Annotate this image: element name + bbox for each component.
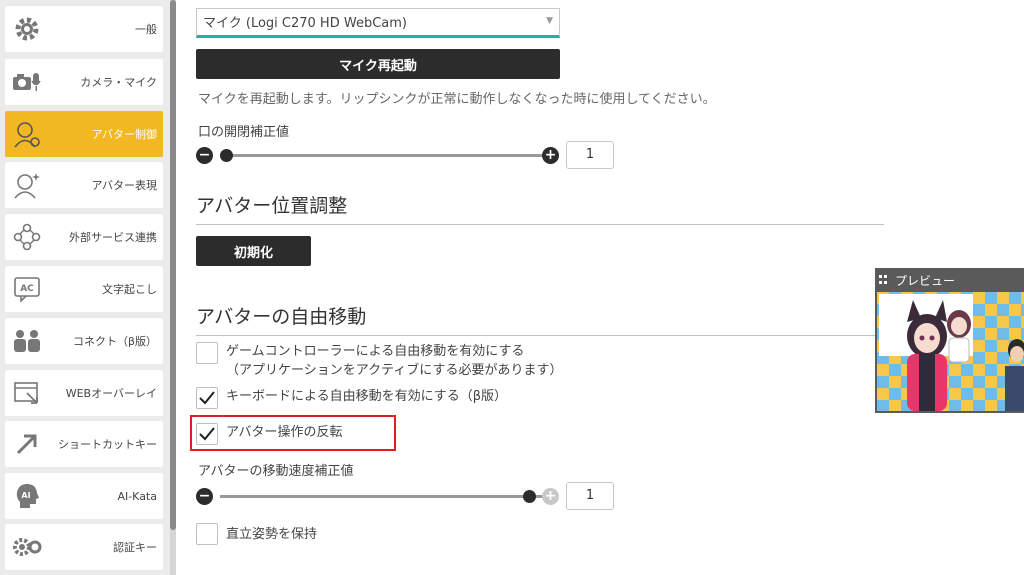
shortcut-arrow-icon [11, 428, 43, 460]
avatar-control-icon [11, 118, 43, 150]
svg-text:AC: AC [20, 284, 34, 294]
gamepad-move-option[interactable]: ゲームコントローラーによる自由移動を有効にする （アプリケーションをアクティブに… [196, 342, 562, 380]
avatar-expression-icon [11, 169, 43, 201]
sidebar-item-auth-key[interactable]: 認証キー [5, 524, 163, 570]
sidebar-item-ai-kata[interactable]: AI AI-Kata [5, 473, 163, 519]
web-overlay-icon [11, 377, 43, 409]
gamepad-move-note: （アプリケーションをアクティブにする必要があります） [226, 363, 563, 378]
sidebar-item-label: 外部サービス連携 [69, 231, 157, 244]
svg-text:AI: AI [21, 491, 30, 500]
sidebar-item-label: 認証キー [113, 541, 157, 554]
transcription-icon: AC [11, 273, 43, 305]
upright-posture-option[interactable]: 直立姿勢を保持 [196, 523, 317, 545]
preview-canvas [877, 292, 1024, 411]
keyboard-move-option[interactable]: キーボードによる自由移動を有効にする（β版） [196, 387, 507, 409]
sidebar-item-shortcut[interactable]: ショートカットキー [5, 421, 163, 467]
move-speed-value[interactable]: 1 [566, 482, 614, 510]
mouth-correction-label: 口の開閉補正値 [198, 125, 290, 140]
keyboard-move-checkbox[interactable] [196, 387, 218, 409]
auth-key-icon [11, 531, 43, 563]
minus-icon[interactable]: − [196, 147, 213, 164]
sidebar-item-web-overlay[interactable]: WEBオーバーレイ [5, 370, 163, 416]
plus-icon[interactable]: + [542, 488, 559, 505]
preview-titlebar[interactable]: プレビュー [875, 268, 1024, 292]
sidebar-item-label: アバター制御 [91, 128, 157, 141]
avatar-preview-image [879, 294, 1024, 411]
settings-window: 一般 カメラ・マイク アバター制御 アバター表現 外部サービス連携 AC 文字起… [0, 0, 1024, 575]
mic-device-select[interactable]: マイク (Logi C270 HD WebCam) ▼ [196, 8, 560, 38]
connect-icon [11, 325, 43, 357]
sidebar-item-camera-mic[interactable]: カメラ・マイク [5, 59, 163, 105]
sidebar-item-label: 一般 [135, 23, 157, 36]
sidebar-item-label: カメラ・マイク [80, 76, 157, 89]
drag-grip-icon[interactable] [879, 275, 889, 285]
slider-thumb[interactable] [220, 149, 233, 162]
highlight-box [190, 415, 396, 451]
camera-mic-icon [11, 66, 43, 98]
sidebar-item-external-service[interactable]: 外部サービス連携 [5, 214, 163, 260]
preview-title: プレビュー [895, 273, 956, 288]
slider-thumb[interactable] [523, 490, 536, 503]
sidebar-item-connect[interactable]: コネクト（β版） [5, 318, 163, 364]
slider-track[interactable] [220, 154, 554, 157]
move-speed-slider: − + 1 [194, 482, 614, 512]
mic-restart-note: マイクを再起動します。リップシンクが正常に動作しなくなった時に使用してください。 [198, 92, 716, 107]
move-speed-label: アバターの移動速度補正値 [198, 464, 354, 479]
mic-restart-button[interactable]: マイク再起動 [196, 49, 560, 79]
sidebar-item-label: ショートカットキー [58, 438, 157, 451]
upright-posture-checkbox[interactable] [196, 523, 218, 545]
gear-icon [11, 13, 43, 45]
gamepad-move-checkbox[interactable] [196, 342, 218, 364]
sidebar-item-avatar-expression[interactable]: アバター表現 [5, 162, 163, 208]
sidebar-item-label: AI-Kata [117, 489, 157, 503]
sidebar-item-label: コネクト（β版） [72, 335, 157, 348]
gamepad-move-label: ゲームコントローラーによる自由移動を有効にする [226, 344, 525, 359]
mouth-correction-slider: − + 1 [194, 141, 614, 171]
preview-window[interactable]: プレビュー [875, 268, 1024, 413]
external-service-icon [11, 221, 43, 253]
sidebar-item-label: 文字起こし [102, 283, 157, 296]
keyboard-move-label: キーボードによる自由移動を有効にする（β版） [226, 389, 508, 404]
minus-icon[interactable]: − [196, 488, 213, 505]
slider-track[interactable] [220, 495, 554, 498]
upright-posture-label: 直立姿勢を保持 [226, 527, 318, 542]
sidebar-item-label: アバター表現 [91, 179, 157, 192]
free-move-heading: アバターの自由移動 [196, 302, 884, 336]
mouth-correction-value[interactable]: 1 [566, 141, 614, 169]
reset-position-button[interactable]: 初期化 [196, 236, 311, 266]
avatar-position-heading: アバター位置調整 [196, 191, 884, 225]
ai-kata-icon: AI [11, 480, 43, 512]
mic-device-value: マイク (Logi C270 HD WebCam) [203, 16, 407, 31]
sidebar-item-label: WEBオーバーレイ [65, 387, 157, 400]
sidebar-item-avatar-control[interactable]: アバター制御 [5, 111, 163, 157]
chevron-down-icon: ▼ [546, 16, 553, 26]
sidebar: 一般 カメラ・マイク アバター制御 アバター表現 外部サービス連携 AC 文字起… [0, 0, 170, 575]
plus-icon[interactable]: + [542, 147, 559, 164]
sidebar-item-general[interactable]: 一般 [5, 6, 163, 52]
sidebar-item-transcription[interactable]: AC 文字起こし [5, 266, 163, 312]
check-icon [199, 391, 215, 405]
